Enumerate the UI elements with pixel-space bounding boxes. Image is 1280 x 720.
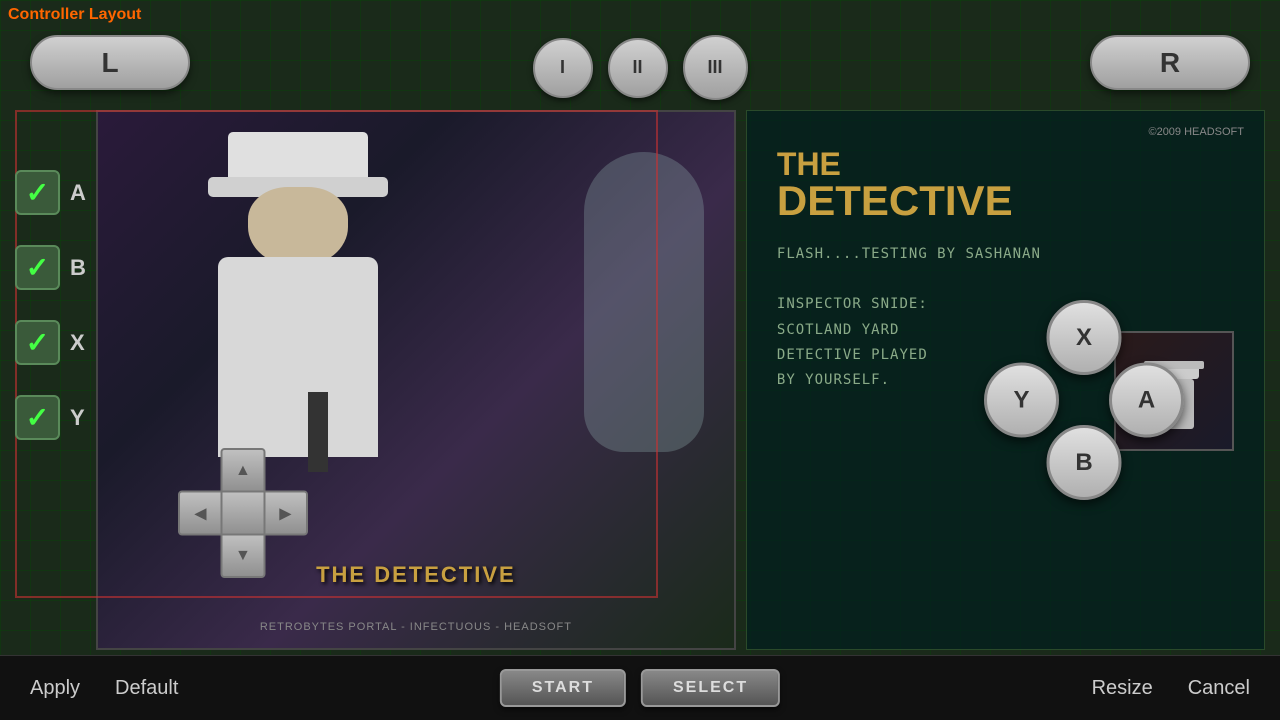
game-title-line1: THE (777, 148, 1234, 180)
checkmark-x: ✓ (26, 326, 49, 359)
select-button[interactable]: SELECT (641, 669, 780, 707)
left-shoulder-button[interactable]: L (30, 35, 190, 90)
left-panel: ✓ A ✓ B ✓ X ✓ Y (15, 110, 86, 650)
detective-tie (308, 392, 328, 472)
flash-text: FLASH....TESTING BY SASHANAN (777, 242, 1234, 267)
dpad-left[interactable]: ◀ (178, 491, 223, 536)
apply-button[interactable]: Apply (20, 672, 90, 705)
game-screenshot: ▲ ▼ ◀ ▶ THE DETECTIVE RETROBYTES PORTAL … (98, 112, 734, 648)
ghost-figure (584, 152, 704, 452)
button-III[interactable]: III (683, 35, 748, 100)
checkmark-y: ✓ (26, 401, 49, 434)
detective-body (218, 257, 378, 457)
dpad-container: ▲ ▼ ◀ ▶ (178, 448, 308, 578)
top-buttons-row: L I II III R (0, 35, 1280, 100)
bottom-bar: Apply Default START SELECT Resize Cancel (0, 655, 1280, 720)
right-panel: ©2009 HEADSOFT THE DETECTIVE FLASH....TE… (746, 110, 1265, 650)
game-info-title: THE DETECTIVE (747, 143, 1264, 232)
checkbox-y[interactable]: ✓ (15, 395, 60, 440)
dpad-center (220, 491, 265, 536)
checkbox-row-x: ✓ X (15, 320, 86, 365)
action-buttons: X Y A B (984, 300, 1184, 500)
checkbox-row-a: ✓ A (15, 170, 86, 215)
game-title-line2: DETECTIVE (777, 180, 1234, 222)
center-buttons-group: I II III (533, 35, 748, 100)
game-screenshot-area: ▲ ▼ ◀ ▶ THE DETECTIVE RETROBYTES PORTAL … (96, 110, 736, 650)
button-II[interactable]: II (608, 38, 668, 98)
main-area: ✓ A ✓ B ✓ X ✓ Y (15, 110, 1265, 650)
button-y[interactable]: Y (984, 363, 1059, 438)
game-copyright: ©2009 HEADSOFT (747, 111, 1264, 143)
bottom-left-actions: Apply Default (20, 672, 188, 705)
cancel-button[interactable]: Cancel (1178, 672, 1260, 705)
checkbox-row-y: ✓ Y (15, 395, 86, 440)
action-btn-group: X Y A B (984, 300, 1184, 500)
checkbox-b[interactable]: ✓ (15, 245, 60, 290)
button-b[interactable]: B (1047, 425, 1122, 500)
dpad-down[interactable]: ▼ (220, 533, 265, 578)
detective-hat (228, 132, 368, 182)
bottom-center-actions: START SELECT (500, 669, 780, 707)
dpad: ▲ ▼ ◀ ▶ (178, 448, 308, 578)
resize-button[interactable]: Resize (1082, 672, 1163, 705)
dpad-right[interactable]: ▶ (263, 491, 308, 536)
checkmark-b: ✓ (26, 251, 49, 284)
checkbox-a[interactable]: ✓ (15, 170, 60, 215)
right-shoulder-button[interactable]: R (1090, 35, 1250, 90)
default-button[interactable]: Default (105, 672, 188, 705)
checkbox-row-b: ✓ B (15, 245, 86, 290)
dpad-up[interactable]: ▲ (220, 448, 265, 493)
checkmark-a: ✓ (26, 176, 49, 209)
label-a: A (70, 180, 86, 206)
button-x[interactable]: X (1047, 300, 1122, 375)
start-button[interactable]: START (500, 669, 626, 707)
button-a[interactable]: A (1109, 363, 1184, 438)
label-b: B (70, 255, 86, 281)
page-title: Controller Layout (8, 6, 141, 24)
checkbox-x[interactable]: ✓ (15, 320, 60, 365)
bottom-right-actions: Resize Cancel (1082, 672, 1260, 705)
game-footer-text: RETROBYTES PORTAL - INFECTUOUS - HEADSOF… (98, 621, 734, 633)
button-I[interactable]: I (533, 38, 593, 98)
label-y: Y (70, 405, 85, 431)
detective-face (248, 187, 348, 267)
label-x: X (70, 330, 85, 356)
